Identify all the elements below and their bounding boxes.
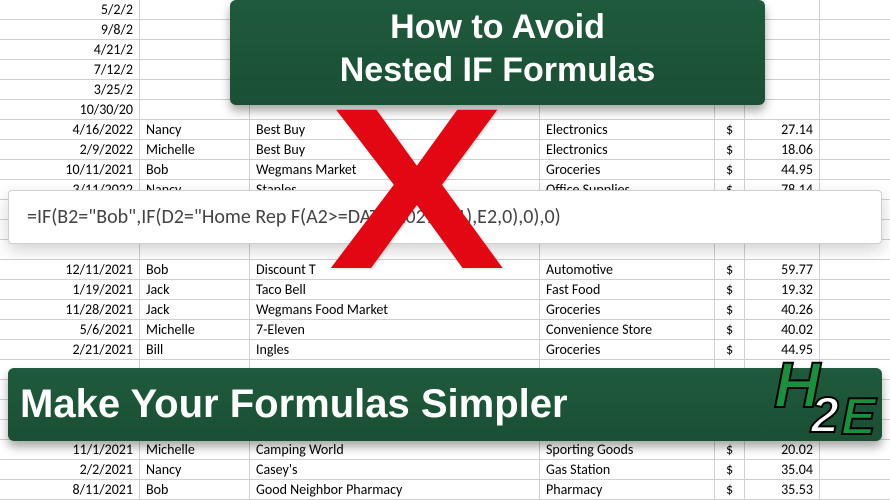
table-row[interactable]: 11/1/2021MichelleCamping WorldSporting G…: [0, 440, 890, 460]
formula-bar[interactable]: =IF(B2="Bob",IF(D2="Home Rep F(A2>=DATE(…: [8, 190, 882, 244]
cell-category[interactable]: Sporting Goods: [540, 440, 715, 459]
cell-store[interactable]: Good Neighbor Pharmacy: [250, 480, 540, 499]
table-row[interactable]: 12/11/2021BobDiscount TAutomotive$59.77: [0, 260, 890, 280]
cell-name[interactable]: Jack: [140, 280, 250, 299]
table-row[interactable]: 1/19/2021JackTaco BellFast Food$19.32: [0, 280, 890, 300]
cell-date[interactable]: 5/6/2021: [0, 320, 140, 339]
formula-text: =IF(B2="Bob",IF(D2="Home Rep F(A2>=DATE(…: [27, 205, 561, 229]
cell-date[interactable]: 12/11/2021: [0, 260, 140, 279]
cell-date[interactable]: 10/30/20: [0, 100, 140, 119]
cell-category[interactable]: Gas Station: [540, 460, 715, 479]
cell-category[interactable]: Electronics: [540, 140, 715, 159]
cell-store[interactable]: 7-Eleven: [250, 320, 540, 339]
title-banner-top: How to Avoid Nested IF Formulas: [230, 0, 765, 105]
table-row[interactable]: 2/2/2021NancyCasey'sGas Station$35.04: [0, 460, 890, 480]
cell-amount[interactable]: 19.32: [745, 280, 820, 299]
cell-date[interactable]: 10/11/2021: [0, 160, 140, 179]
table-row[interactable]: 11/28/2021JackWegmans Food MarketGroceri…: [0, 300, 890, 320]
table-row[interactable]: 5/6/2021Michelle7-ElevenConvenience Stor…: [0, 320, 890, 340]
cell-currency[interactable]: $: [715, 120, 745, 139]
cell-date[interactable]: 4/21/2: [0, 40, 140, 59]
cell-date[interactable]: 2/9/2022: [0, 140, 140, 159]
subtitle-text: Make Your Formulas Simpler: [20, 382, 568, 426]
cell-category[interactable]: Electronics: [540, 120, 715, 139]
cell-date[interactable]: 8/11/2021: [0, 480, 140, 499]
cell-name[interactable]: Michelle: [140, 140, 250, 159]
cell-currency[interactable]: $: [715, 260, 745, 279]
cell-currency[interactable]: $: [715, 300, 745, 319]
cell-store[interactable]: Best Buy: [250, 120, 540, 139]
cell-store[interactable]: Ingles: [250, 340, 540, 359]
cell-currency[interactable]: $: [715, 460, 745, 479]
cell-amount[interactable]: 40.02: [745, 320, 820, 339]
cell-store[interactable]: Camping World: [250, 440, 540, 459]
cell-category[interactable]: Groceries: [540, 300, 715, 319]
cell-name[interactable]: Bill: [140, 340, 250, 359]
cell-amount[interactable]: 18.06: [745, 140, 820, 159]
cell-currency[interactable]: $: [715, 320, 745, 339]
table-row[interactable]: 4/16/2022NancyBest BuyElectronics$27.14: [0, 120, 890, 140]
cell-amount[interactable]: 44.95: [745, 340, 820, 359]
cell-name[interactable]: Jack: [140, 300, 250, 319]
cell-category[interactable]: Groceries: [540, 340, 715, 359]
cell-date[interactable]: 3/25/2: [0, 80, 140, 99]
cell-date[interactable]: 2/21/2021: [0, 340, 140, 359]
cell-store[interactable]: Casey's: [250, 460, 540, 479]
cell-store[interactable]: Wegmans Food Market: [250, 300, 540, 319]
cell-currency[interactable]: $: [715, 160, 745, 179]
table-row[interactable]: 2/21/2021BillInglesGroceries$44.95: [0, 340, 890, 360]
cell-category[interactable]: Automotive: [540, 260, 715, 279]
cell-currency[interactable]: $: [715, 140, 745, 159]
cell-category[interactable]: Convenience Store: [540, 320, 715, 339]
cell-date[interactable]: 2/2/2021: [0, 460, 140, 479]
cell-category[interactable]: Fast Food: [540, 280, 715, 299]
cell-name[interactable]: Bob: [140, 160, 250, 179]
cell-currency[interactable]: $: [715, 440, 745, 459]
cell-amount[interactable]: 35.04: [745, 460, 820, 479]
cell-amount[interactable]: 40.26: [745, 300, 820, 319]
cell-name[interactable]: Michelle: [140, 320, 250, 339]
cell-category[interactable]: Pharmacy: [540, 480, 715, 499]
table-row[interactable]: 2/9/2022MichelleBest BuyElectronics$18.0…: [0, 140, 890, 160]
cell-name[interactable]: Nancy: [140, 460, 250, 479]
title-banner-bottom: Make Your Formulas Simpler: [8, 368, 882, 441]
cell-category[interactable]: Groceries: [540, 160, 715, 179]
cell-store[interactable]: Discount T: [250, 260, 540, 279]
title-line-1: How to Avoid: [240, 6, 755, 49]
cell-amount[interactable]: 59.77: [745, 260, 820, 279]
cell-date[interactable]: 9/8/2: [0, 20, 140, 39]
cell-date[interactable]: 5/2/2: [0, 0, 140, 19]
cell-name[interactable]: Michelle: [140, 440, 250, 459]
table-row[interactable]: 8/11/2021BobGood Neighbor PharmacyPharma…: [0, 480, 890, 500]
cell-currency[interactable]: $: [715, 480, 745, 499]
cell-name[interactable]: Bob: [140, 480, 250, 499]
cell-store[interactable]: Taco Bell: [250, 280, 540, 299]
table-row[interactable]: 10/11/2021BobWegmans MarketGroceries$44.…: [0, 160, 890, 180]
cell-currency[interactable]: $: [715, 340, 745, 359]
cell-date[interactable]: 4/16/2022: [0, 120, 140, 139]
cell-date[interactable]: 1/19/2021: [0, 280, 140, 299]
cell-currency[interactable]: $: [715, 280, 745, 299]
cell-name[interactable]: Nancy: [140, 120, 250, 139]
cell-store[interactable]: Wegmans Market: [250, 160, 540, 179]
cell-amount[interactable]: 27.14: [745, 120, 820, 139]
cell-amount[interactable]: 44.95: [745, 160, 820, 179]
cell-amount[interactable]: 20.02: [745, 440, 820, 459]
cell-date[interactable]: 7/12/2: [0, 60, 140, 79]
cell-name[interactable]: Bob: [140, 260, 250, 279]
cell-store[interactable]: Best Buy: [250, 140, 540, 159]
title-line-2: Nested IF Formulas: [240, 49, 755, 92]
cell-amount[interactable]: 35.53: [745, 480, 820, 499]
cell-date[interactable]: 11/28/2021: [0, 300, 140, 319]
cell-date[interactable]: 11/1/2021: [0, 440, 140, 459]
